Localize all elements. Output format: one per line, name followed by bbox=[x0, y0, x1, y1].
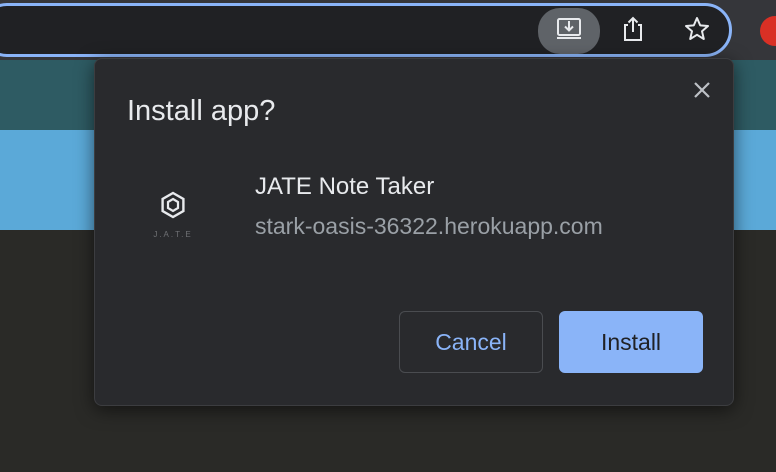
app-name: JATE Note Taker bbox=[255, 173, 435, 200]
share-button[interactable] bbox=[610, 8, 656, 54]
app-icon-caption: J.A.T.E bbox=[153, 230, 193, 239]
extension-icon[interactable] bbox=[760, 16, 776, 46]
install-button[interactable]: Install bbox=[559, 311, 703, 373]
dialog-title: Install app? bbox=[127, 95, 276, 127]
app-url: stark-oasis-36322.herokuapp.com bbox=[255, 213, 603, 239]
install-app-button[interactable] bbox=[538, 8, 600, 54]
bookmark-button[interactable] bbox=[674, 8, 720, 54]
jate-logo-icon bbox=[159, 191, 187, 224]
bookmark-star-icon bbox=[683, 15, 711, 48]
install-app-icon bbox=[555, 15, 583, 48]
cancel-button[interactable]: Cancel bbox=[399, 311, 543, 373]
close-button[interactable] bbox=[685, 75, 719, 109]
close-icon bbox=[692, 80, 712, 105]
app-icon: J.A.T.E bbox=[141, 183, 205, 247]
install-app-dialog: Install app? J.A.T.E JATE Note Taker sta… bbox=[94, 58, 734, 406]
share-icon bbox=[620, 15, 646, 48]
browser-toolbar bbox=[0, 0, 776, 60]
